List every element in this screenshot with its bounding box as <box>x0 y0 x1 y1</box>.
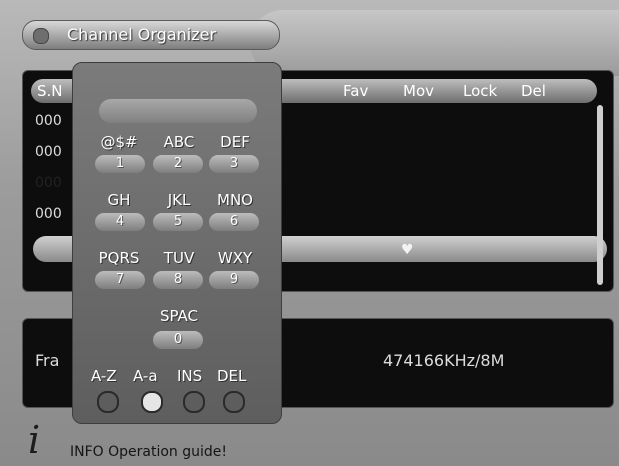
text-entry-keypad: @$# ABC DEF 1 2 3 GH JKL MNO 4 5 6 PQRS … <box>72 62 282 424</box>
title-bullet-icon <box>33 28 49 44</box>
key-8-button[interactable]: 8 <box>153 271 203 289</box>
key-3-label: DEF <box>220 133 250 151</box>
key-9-button[interactable]: 9 <box>209 271 259 289</box>
frequency-value: 474166KHz/8M <box>383 351 505 370</box>
list-scrollbar[interactable] <box>597 105 603 285</box>
header-lock: Lock <box>463 82 498 100</box>
key-8-label: TUV <box>163 249 195 267</box>
header-fav: Fav <box>343 82 369 100</box>
mode-del-button[interactable] <box>223 391 245 413</box>
help-text: INFO Operation guide! <box>70 444 228 460</box>
channel-row[interactable]: 000 <box>35 144 62 160</box>
channel-row[interactable]: 000 <box>35 206 62 222</box>
key-7-label: PQRS <box>98 249 140 267</box>
key-6-button[interactable]: 6 <box>209 213 259 231</box>
mode-label-del: DEL <box>217 367 247 385</box>
key-1-label: @$# <box>100 133 138 151</box>
favorite-heart-icon: ♥ <box>401 242 414 258</box>
key-5-label: JKL <box>167 191 191 209</box>
mode-label-az: A-Z <box>91 367 117 385</box>
title-bar: Channel Organizer <box>22 20 280 50</box>
key-2-label: ABC <box>163 133 195 151</box>
mode-label-ins: INS <box>177 367 203 385</box>
key-4-label: GH <box>107 191 131 209</box>
key-9-label: WXY <box>217 249 253 267</box>
keypad-input-field[interactable] <box>99 99 257 123</box>
key-0-button[interactable]: 0 <box>153 331 203 349</box>
key-4-button[interactable]: 4 <box>95 213 145 231</box>
key-0-label: SPAC <box>159 307 199 325</box>
info-label: Fra <box>35 351 60 370</box>
mode-aa-button[interactable] <box>141 391 163 413</box>
key-1-button[interactable]: 1 <box>95 155 145 173</box>
key-7-button[interactable]: 7 <box>95 271 145 289</box>
window-title: Channel Organizer <box>67 25 217 44</box>
header-mov: Mov <box>403 82 434 100</box>
mode-label-aa: A-a <box>133 367 158 385</box>
key-6-label: MNO <box>217 191 253 209</box>
mode-ins-button[interactable] <box>183 391 205 413</box>
key-3-button[interactable]: 3 <box>209 155 259 173</box>
key-2-button[interactable]: 2 <box>153 155 203 173</box>
key-5-button[interactable]: 5 <box>153 213 203 231</box>
info-icon: i <box>28 418 41 462</box>
channel-row[interactable]: 000 <box>35 113 62 129</box>
osd-screen: Channel Organizer S.N Fav Mov Lock Del ♥… <box>0 0 619 466</box>
header-del: Del <box>521 82 546 100</box>
mode-az-button[interactable] <box>97 391 119 413</box>
header-sn: S.N <box>37 82 63 100</box>
decorative-swoosh <box>250 10 619 76</box>
channel-row[interactable]: 000 <box>35 175 62 191</box>
